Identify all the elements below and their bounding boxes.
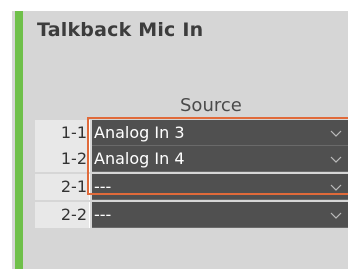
source-select-2-2[interactable]: --- xyxy=(92,202,348,228)
panel-title: Talkback Mic In xyxy=(37,19,204,41)
row-label: 2-2 xyxy=(35,202,90,228)
source-select-value: Analog In 4 xyxy=(94,149,185,168)
row-label: 2-1 xyxy=(35,174,90,200)
source-column-header: Source xyxy=(180,95,242,116)
source-select-value: Analog In 3 xyxy=(94,123,185,142)
source-select-value: --- xyxy=(94,177,112,196)
chevron-down-icon xyxy=(324,120,348,146)
source-row-1-2: 1-2 Analog In 4 xyxy=(35,146,348,172)
source-select-value: --- xyxy=(94,205,112,224)
source-row-2-2: 2-2 --- xyxy=(35,202,348,228)
source-select-1-1[interactable]: Analog In 3 xyxy=(92,120,348,146)
accent-bar xyxy=(15,11,23,269)
chevron-down-icon xyxy=(324,174,348,200)
row-label: 1-1 xyxy=(35,120,90,146)
chevron-down-icon xyxy=(324,146,348,172)
source-row-2-1: 2-1 --- xyxy=(35,174,348,200)
source-select-1-2[interactable]: Analog In 4 xyxy=(92,146,348,172)
chevron-down-icon xyxy=(324,202,348,228)
source-select-2-1[interactable]: --- xyxy=(92,174,348,200)
row-label: 1-2 xyxy=(35,146,90,172)
source-row-1-1: 1-1 Analog In 3 xyxy=(35,120,348,146)
